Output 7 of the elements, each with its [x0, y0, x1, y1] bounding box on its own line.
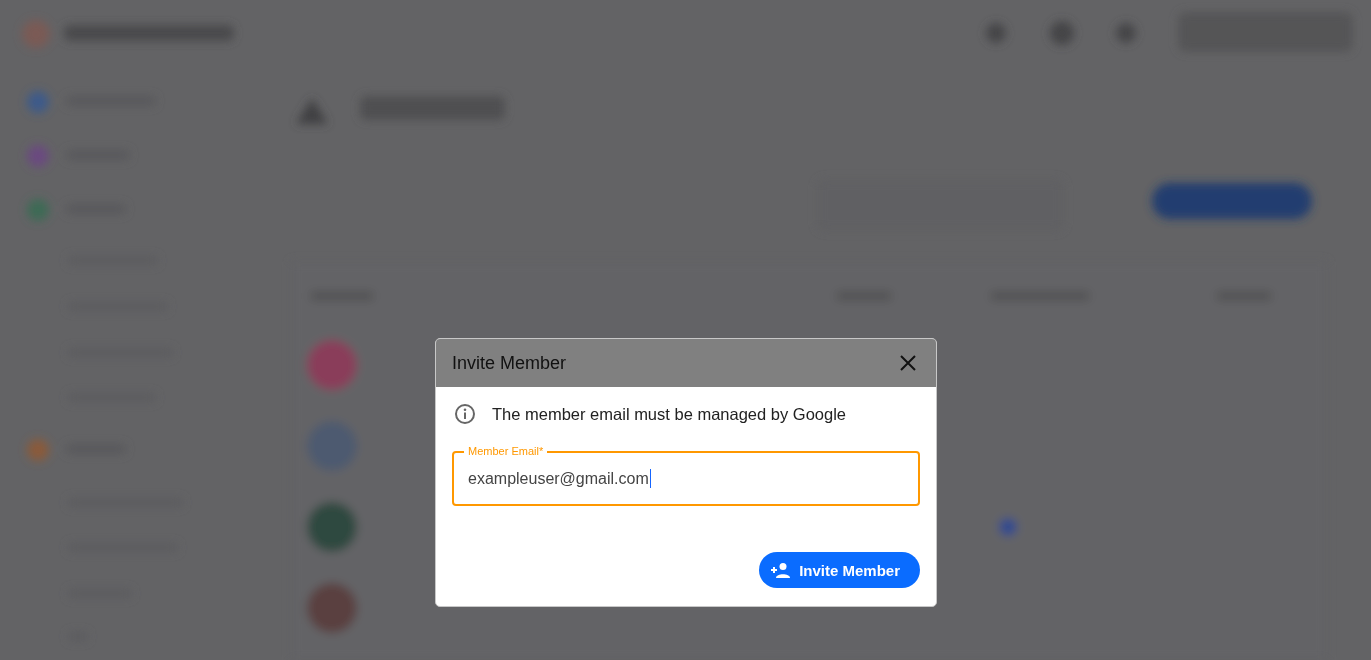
- info-icon: [454, 403, 476, 425]
- info-message: The member email must be managed by Google: [492, 404, 846, 424]
- close-button[interactable]: [900, 355, 916, 371]
- invite-member-button[interactable]: Invite Member: [759, 552, 920, 588]
- field-label: Member Email*: [464, 445, 548, 457]
- add-person-icon: [771, 562, 792, 578]
- dialog-title: Invite Member: [452, 352, 567, 374]
